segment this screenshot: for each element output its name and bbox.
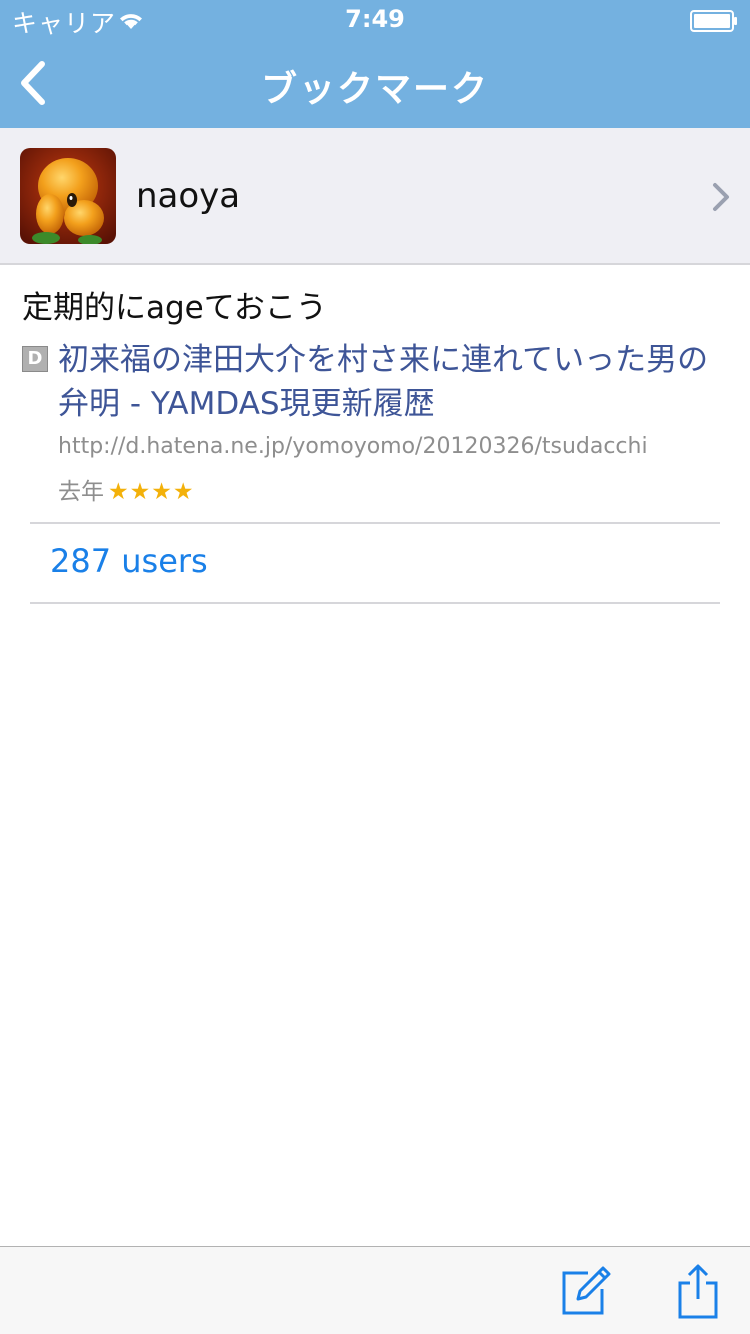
status-bar: キャリア 7:49 [0, 0, 750, 40]
bottom-toolbar [0, 1246, 750, 1334]
battery-icon [690, 10, 737, 32]
divider [30, 522, 720, 524]
compose-icon[interactable] [556, 1263, 612, 1319]
entry-meta: 去年 ★★★★ [58, 472, 194, 506]
chevron-right-icon [713, 183, 729, 211]
top-bar: キャリア 7:49 ブックマーク [0, 0, 750, 128]
star-rating: ★★★★ [108, 479, 195, 505]
status-time: 7:49 [345, 5, 405, 33]
share-icon[interactable] [670, 1263, 726, 1319]
user-row[interactable]: naoya [0, 128, 750, 265]
bookmark-date: 去年 [58, 479, 104, 505]
bookmark-comment: 定期的にageておこう [22, 290, 327, 326]
entry-url: http://d.hatena.ne.jp/yomoyomo/20120326/… [58, 434, 648, 459]
username: naoya [136, 176, 241, 216]
entry-title-link[interactable]: 初来福の津田大介を村さ来に連れていった男の弁明 - YAMDAS現更新履歴 [58, 338, 730, 426]
divider [30, 602, 720, 604]
navigation-bar: ブックマーク [0, 40, 750, 128]
site-favicon-icon: D [22, 346, 48, 372]
avatar [20, 148, 116, 244]
bookmark-screen: キャリア 7:49 ブックマーク naoya 定期的にageておこう D 初来福… [0, 0, 750, 1334]
users-count-link[interactable]: 287 users [50, 542, 208, 580]
page-title: ブックマーク [260, 69, 489, 110]
